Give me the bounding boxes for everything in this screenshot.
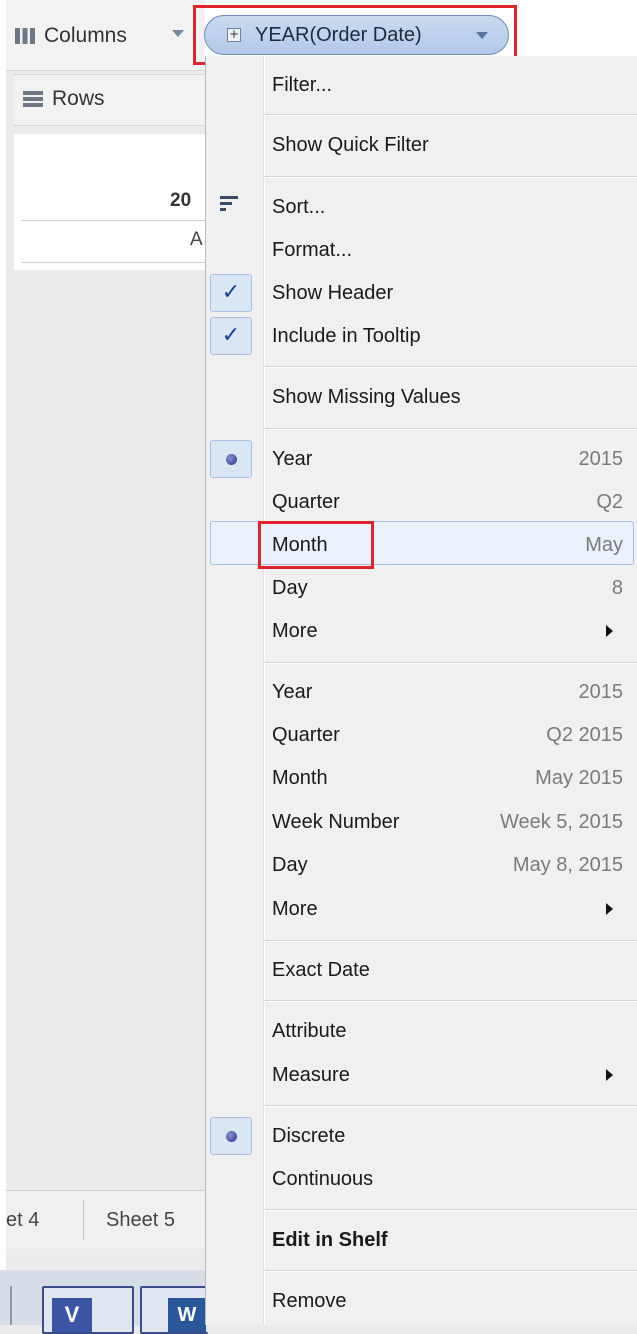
menu-item-value: May — [585, 533, 623, 556]
menu-item-label: Continuous — [272, 1167, 374, 1190]
menu-item-discrete[interactable]: Discrete — [264, 1116, 637, 1156]
menu-item-value: Week 5, 2015 — [499, 810, 623, 833]
menu-item-label: Day — [272, 853, 308, 876]
menu-separator — [264, 1270, 637, 1272]
menu-item-label: Format... — [272, 238, 353, 261]
menu-item-continuous[interactable]: Continuous — [264, 1159, 637, 1199]
tab-sheet-4[interactable]: et 4 — [6, 1200, 85, 1240]
menu-item-label: Measure — [272, 1063, 350, 1086]
menu-item-label: Discrete — [272, 1124, 346, 1147]
menu-separator — [264, 428, 637, 430]
menu-item-day-value[interactable]: Day May 8, 2015 — [264, 845, 637, 885]
columns-icon — [15, 28, 35, 44]
menu-item-quarter-value[interactable]: Quarter Q2 2015 — [264, 715, 637, 755]
menu-item-label: Sort... — [272, 195, 326, 218]
menu-separator — [264, 1209, 637, 1211]
menu-item-label: Attribute — [272, 1019, 347, 1042]
menu-item-remove[interactable]: Remove — [264, 1281, 637, 1321]
rows-label-text: Rows — [52, 87, 105, 110]
menu-item-label: Edit in Shelf — [272, 1228, 388, 1251]
menu-item-label: Show Header — [272, 281, 394, 304]
menu-item-week-number-value[interactable]: Week Number Week 5, 2015 — [264, 802, 637, 842]
menu-item-label: Quarter — [272, 723, 340, 746]
checkmark-icon: ✓ — [210, 274, 252, 312]
column-header-year: 20 — [170, 190, 192, 211]
menu-item-label: Month — [272, 766, 328, 789]
menu-item-label: Filter... — [272, 73, 333, 96]
menu-item-show-missing-values[interactable]: Show Missing Values — [264, 377, 637, 417]
menu-item-filter[interactable]: Filter... — [264, 65, 637, 105]
menu-item-year-part[interactable]: Year 2015 — [264, 439, 637, 479]
menu-item-month-value[interactable]: Month May 2015 — [264, 758, 637, 798]
menu-item-label: Day — [272, 576, 308, 599]
menu-separator — [264, 114, 637, 116]
menu-item-label: More — [272, 619, 318, 642]
window-edge — [0, 0, 6, 1325]
menu-item-edit-in-shelf[interactable]: Edit in Shelf — [264, 1220, 637, 1260]
menu-item-value: 2015 — [578, 447, 624, 470]
menu-item-label: Remove — [272, 1289, 347, 1312]
taskbar-separator — [10, 1286, 12, 1325]
menu-item-exact-date[interactable]: Exact Date — [264, 950, 637, 990]
menu-item-label: Show Missing Values — [272, 385, 461, 408]
menu-item-more-part[interactable]: More — [264, 611, 637, 651]
submenu-arrow-icon — [606, 1069, 613, 1081]
submenu-arrow-icon — [606, 625, 613, 637]
column-header-sub: A — [190, 229, 203, 250]
columns-shelf-label: Columns — [14, 18, 127, 54]
menu-item-day-part[interactable]: Day 8 — [264, 568, 637, 608]
menu-item-value: 2015 — [578, 680, 624, 703]
menu-item-value: May 2015 — [535, 766, 623, 789]
menu-item-value: Q2 — [596, 490, 623, 513]
menu-item-label: Exact Date — [272, 958, 370, 981]
menu-item-label: Week Number — [272, 810, 400, 833]
menu-separator — [264, 176, 637, 178]
menu-item-more-value[interactable]: More — [264, 889, 637, 929]
menu-item-show-quick-filter[interactable]: Show Quick Filter — [264, 125, 637, 165]
menu-separator — [264, 1105, 637, 1107]
rows-icon — [23, 91, 43, 107]
menu-item-show-header[interactable]: Show Header — [264, 273, 637, 313]
menu-item-label: Quarter — [272, 490, 340, 513]
columns-label-text: Columns — [44, 24, 127, 47]
radio-selected-icon — [210, 1117, 252, 1155]
visio-icon: V — [52, 1298, 92, 1332]
menu-item-label: Include in Tooltip — [272, 324, 421, 347]
menu-item-year-value[interactable]: Year 2015 — [264, 672, 637, 712]
divider — [22, 220, 206, 221]
menu-separator — [264, 662, 637, 664]
menu-separator — [264, 940, 637, 942]
highlight-box-month — [258, 521, 374, 569]
menu-item-attribute[interactable]: Attribute — [264, 1011, 637, 1051]
submenu-arrow-icon — [606, 903, 613, 915]
columns-dropdown-icon[interactable] — [172, 30, 184, 37]
menu-item-label: More — [272, 897, 318, 920]
tab-sheet-5[interactable]: Sheet 5 — [106, 1200, 175, 1240]
word-icon: W — [168, 1298, 206, 1332]
menu-item-format[interactable]: Format... — [264, 230, 637, 270]
menu-item-include-in-tooltip[interactable]: Include in Tooltip — [264, 316, 637, 356]
menu-item-value: May 8, 2015 — [512, 853, 623, 876]
radio-selected-icon — [210, 440, 252, 478]
menu-item-label: Year — [272, 447, 313, 470]
rows-shelf-label: Rows — [22, 80, 105, 118]
menu-separator — [264, 366, 637, 368]
menu-item-label: Year — [272, 680, 313, 703]
sort-icon — [220, 196, 242, 216]
menu-item-sort[interactable]: Sort... — [264, 187, 637, 227]
menu-item-value: Q2 2015 — [546, 723, 623, 746]
menu-item-label: Show Quick Filter — [272, 133, 429, 156]
menu-item-value: 8 — [611, 576, 623, 599]
menu-item-measure[interactable]: Measure — [264, 1055, 637, 1095]
menu-separator — [264, 1000, 637, 1002]
menu-item-quarter-part[interactable]: Quarter Q2 — [264, 482, 637, 522]
checkmark-icon: ✓ — [210, 317, 252, 355]
divider — [22, 262, 206, 263]
